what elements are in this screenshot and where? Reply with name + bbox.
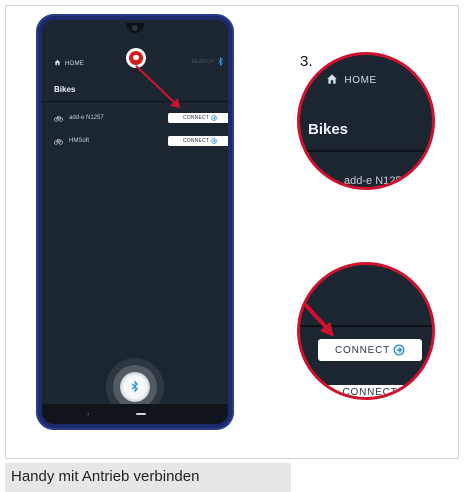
front-camera [126, 23, 144, 33]
zoom-home-link: HOME [326, 71, 377, 86]
bluetooth-scan-button[interactable] [120, 372, 150, 402]
home-link[interactable]: HOME [54, 58, 84, 67]
frame: HOME SEARCH Bikes add-e N1257 CONNECT HM… [0, 0, 464, 492]
connect-arrow-icon [393, 344, 405, 356]
connect-label: CONNECT [182, 115, 210, 121]
pointer-arrow [135, 65, 180, 108]
caption: Handy mit Antrieb verbinden [5, 463, 291, 492]
connect-arrow-icon [211, 138, 217, 144]
connect-button[interactable]: CONNECT [168, 113, 228, 123]
home-label: HOME [64, 61, 85, 67]
zoom-connect-label-2: CONNECT [342, 387, 398, 398]
zoom-bubble-connect: CONNECT CONNECT [297, 262, 435, 400]
bike-icon [54, 139, 63, 145]
zoom-connect-label: CONNECT [334, 344, 391, 356]
connect-label: CONNECT [182, 138, 210, 144]
zoom-page-title: Bikes [308, 121, 349, 138]
bike-row: HMSoft CONNECT [42, 133, 228, 151]
connect-button[interactable]: CONNECT [168, 136, 228, 146]
bike-icon [54, 116, 63, 122]
page-title: Bikes [54, 85, 76, 94]
zoom-bike-name: add-e N1257 [344, 175, 408, 187]
nav-home-button[interactable] [136, 413, 146, 415]
android-nav-bar: ‹ [42, 404, 228, 424]
zoom-bubble-header: HOME Bikes add-e N1257 [297, 52, 435, 190]
zoom-divider [300, 150, 432, 152]
home-icon [327, 74, 337, 84]
bluetooth-icon[interactable] [217, 57, 224, 66]
bike-name: add-e N1257 [69, 115, 104, 121]
home-icon [54, 59, 61, 66]
search-link[interactable]: SEARCH [191, 59, 214, 65]
bluetooth-icon [131, 380, 139, 393]
zoom-home-label: HOME [344, 75, 377, 86]
step-label: 3. [300, 53, 313, 70]
connect-arrow-icon [211, 115, 217, 121]
zoom-connect-button: CONNECT [318, 339, 422, 361]
nav-back-button[interactable]: ‹ [87, 411, 89, 418]
bike-name: HMSoft [69, 138, 90, 144]
